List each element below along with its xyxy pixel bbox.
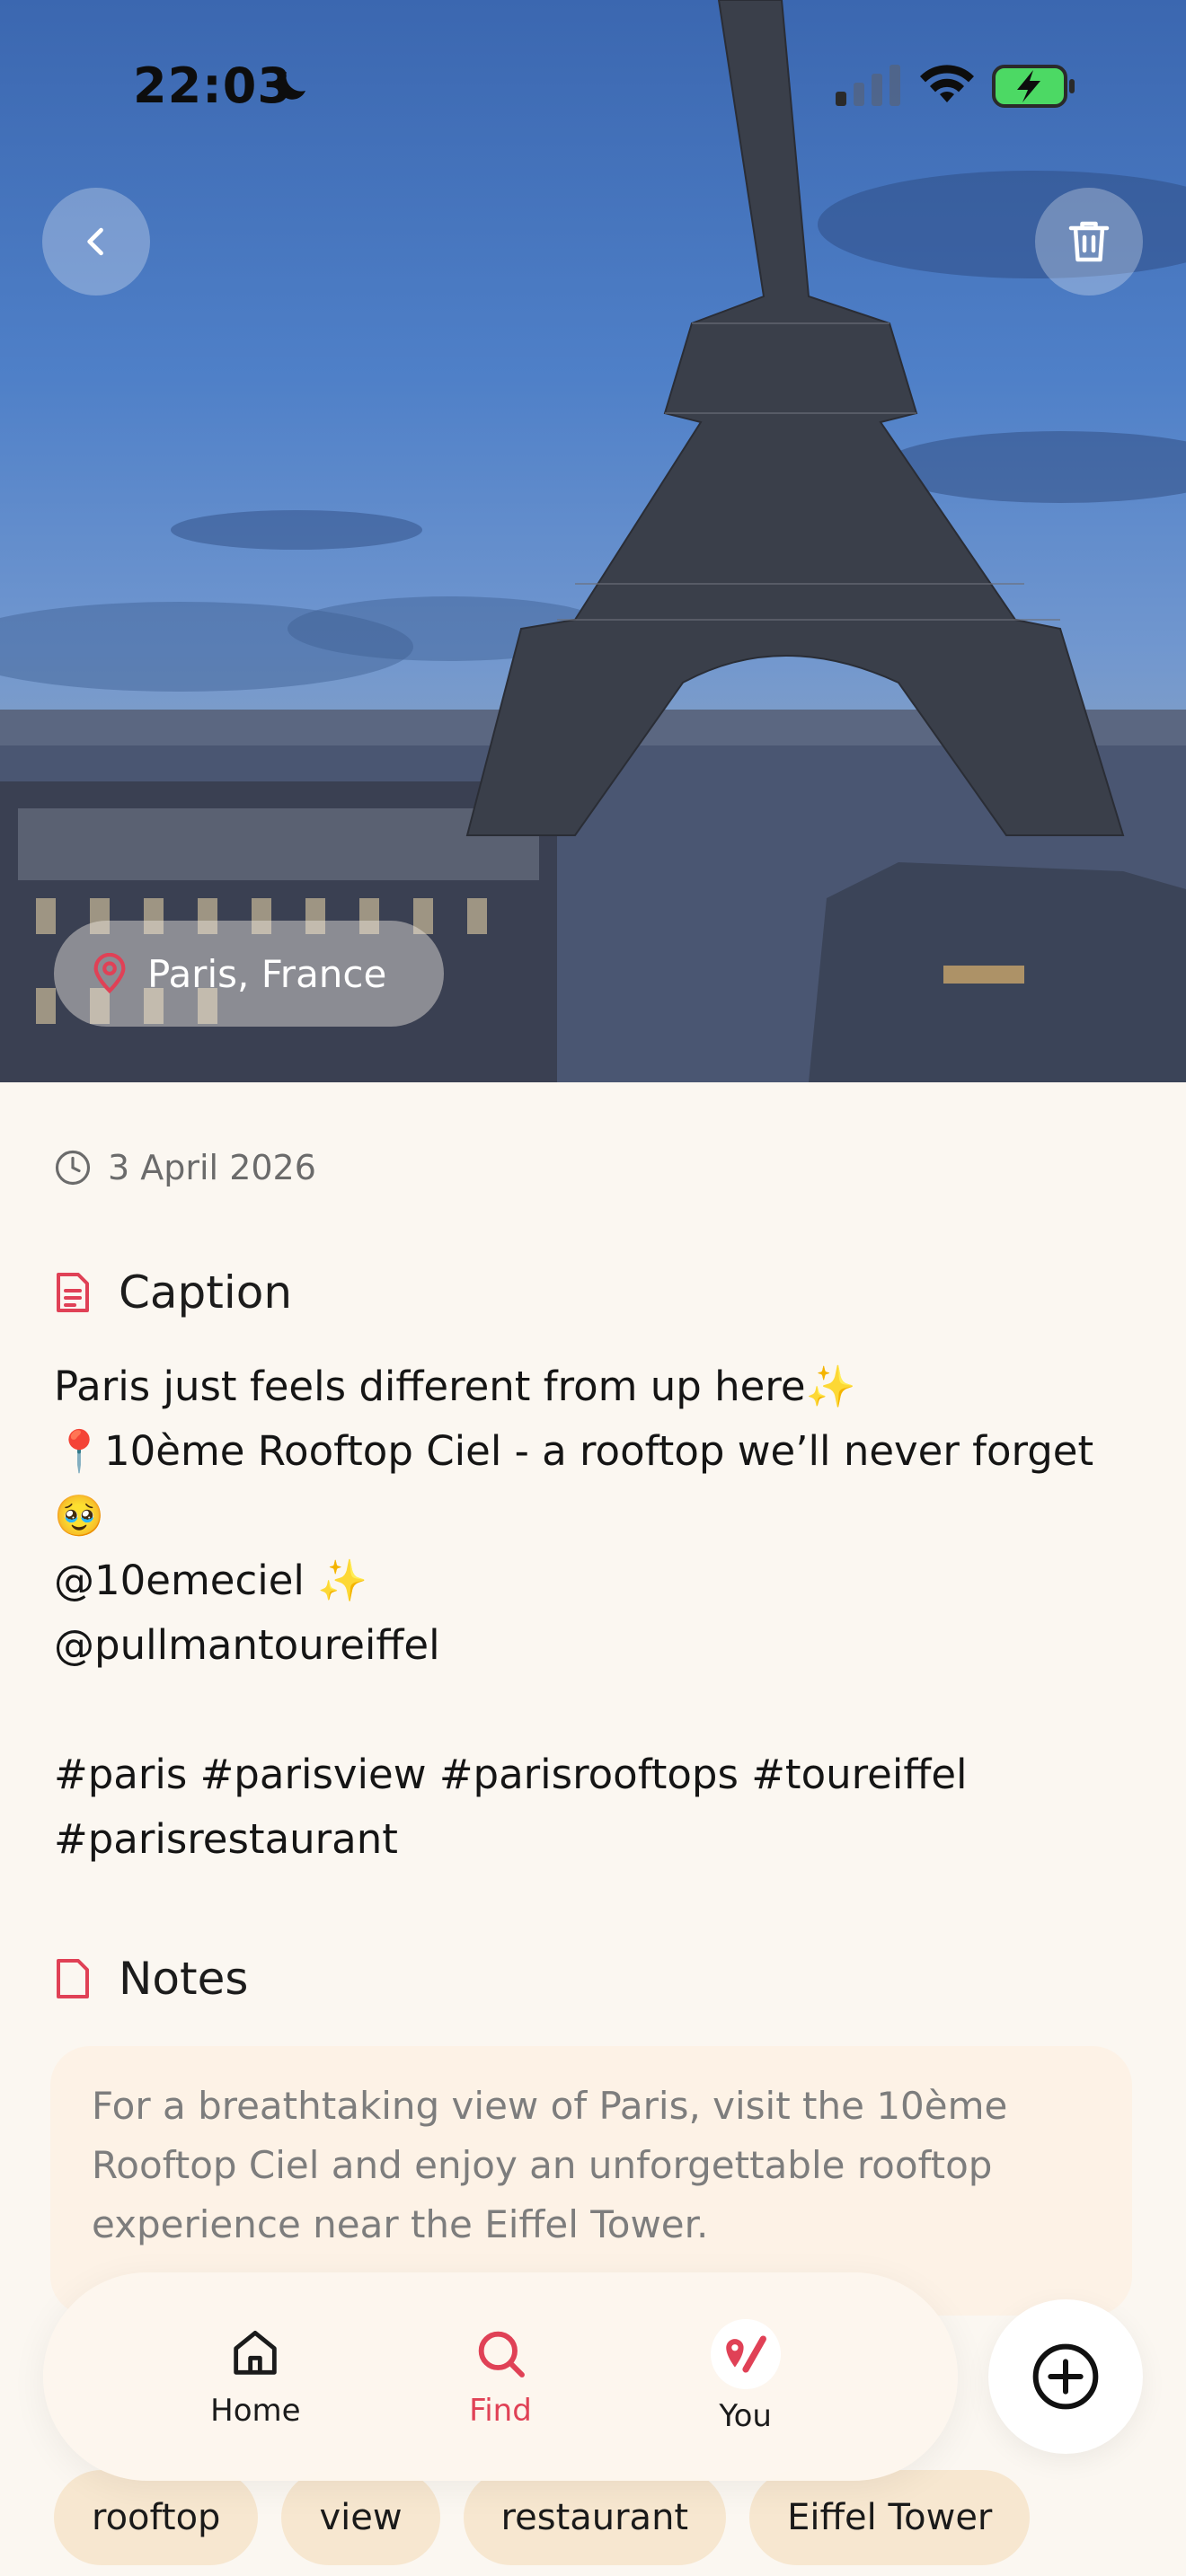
signal-icon [836, 65, 900, 106]
date-row: 3 April 2026 [54, 1148, 316, 1187]
tag-chip[interactable]: restaurant [463, 2470, 727, 2565]
add-button[interactable] [988, 2299, 1143, 2454]
document-icon [57, 1273, 89, 1312]
caption-line [54, 1678, 1150, 1742]
caption-header: Caption [54, 1266, 292, 1319]
tab-home[interactable]: Home [165, 2325, 345, 2429]
tag-list: rooftop view restaurant Eiffel Tower [54, 2470, 1031, 2565]
delete-button[interactable] [1035, 188, 1143, 296]
trash-icon [1068, 221, 1110, 262]
status-time: 22:03 [133, 57, 292, 114]
clock-icon [55, 1150, 91, 1186]
back-button[interactable] [42, 188, 150, 296]
moon-icon [278, 72, 305, 100]
caption-line: 🥹 [54, 1492, 105, 1539]
battery-charging-icon [992, 65, 1075, 108]
tab-home-label: Home [210, 2393, 301, 2429]
notes-text: For a breathtaking view of Paris, visit … [92, 2084, 1008, 2246]
location-label: Paris, France [147, 951, 387, 996]
hero-photo: 22:03 Paris, France [0, 0, 1186, 1082]
app-logo-icon [725, 2335, 766, 2373]
caption-line: 📍10ème Rooftop Ciel - a rooftop we’ll ne… [54, 1427, 1094, 1475]
search-icon [478, 2331, 525, 2378]
wifi-icon [920, 65, 974, 102]
caption-text: Paris just feels different from up here✨… [54, 1354, 1150, 1872]
tab-find-label: Find [469, 2393, 532, 2429]
caption-line: #paris #parisview #parisrooftops #tourei… [54, 1751, 968, 1798]
tab-find[interactable]: Find [411, 2325, 590, 2429]
caption-line: @10emeciel ✨ [54, 1557, 368, 1604]
caption-line: #parisrestaurant [54, 1815, 398, 1863]
tab-you[interactable]: You [656, 2319, 836, 2434]
note-icon [57, 1959, 89, 1998]
caption-line: @pullmantoureiffel [54, 1621, 440, 1669]
tab-you-label: You [719, 2398, 772, 2434]
chevron-left-icon [87, 227, 103, 256]
post-date: 3 April 2026 [108, 1148, 316, 1187]
avatar [710, 2319, 781, 2389]
tag-chip[interactable]: rooftop [54, 2470, 259, 2565]
home-icon [234, 2330, 278, 2375]
plus-circle-icon [1032, 2343, 1099, 2410]
tag-chip[interactable]: view [281, 2470, 440, 2565]
caption-line: Paris just feels different from up here✨ [54, 1363, 856, 1410]
tab-bar: Home Find You [43, 2272, 958, 2481]
location-pill[interactable]: Paris, France [54, 921, 444, 1027]
notes-title: Notes [119, 1953, 249, 2005]
notes-header: Notes [54, 1953, 248, 2005]
location-pin-icon [93, 953, 126, 994]
caption-title: Caption [119, 1266, 293, 1319]
tag-chip[interactable]: Eiffel Tower [749, 2470, 1031, 2565]
